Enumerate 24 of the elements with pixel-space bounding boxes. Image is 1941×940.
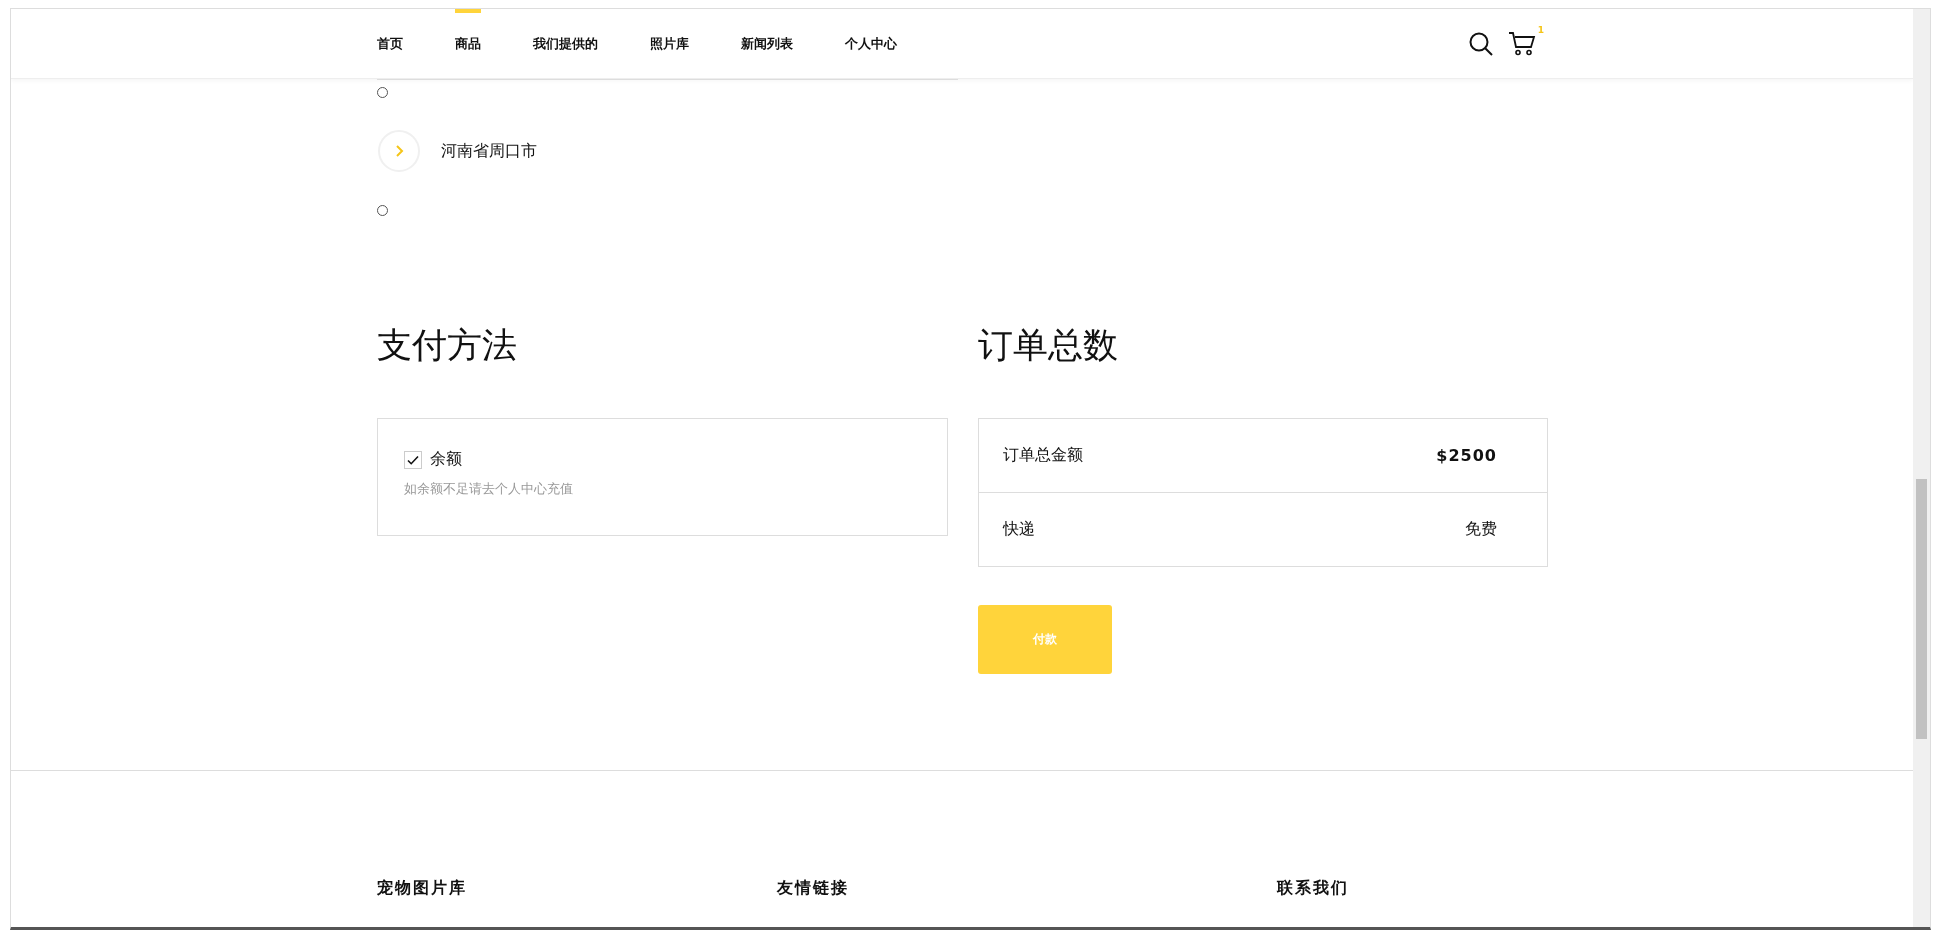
nav-link[interactable]: 照片库 [650, 9, 689, 78]
hint-text: 如余额不足请去个人中心充值 [404, 480, 574, 498]
footer-heading: 宠物图片库 [377, 878, 468, 899]
footer-heading: 友情链接 [777, 878, 850, 899]
row-label: 快递 [1002, 519, 1035, 540]
cart-icon[interactable] [1508, 30, 1536, 57]
scroll-thumb[interactable] [1916, 479, 1927, 739]
row-value: 免费 [1465, 519, 1497, 540]
nav-link[interactable]: 商品 [455, 9, 481, 78]
section-heading: 订单总数 [977, 324, 1119, 367]
checkbox[interactable] [404, 450, 422, 469]
nav-link[interactable]: 个人中心 [845, 9, 897, 78]
method-label: 余额 [430, 449, 462, 470]
section-heading: 支付方法 [377, 324, 518, 367]
footer-heading: 联系我们 [1277, 878, 1349, 899]
row-label: 订单总金额 [1002, 445, 1083, 466]
cart-count: 1 [1537, 24, 1544, 35]
nav-link[interactable]: 首页 [377, 9, 403, 78]
address-text: 河南省周口市 [441, 140, 537, 162]
nav-link[interactable]: 新闻列表 [741, 9, 793, 78]
nav-link[interactable]: 我们提供的 [533, 9, 598, 78]
scrollbar[interactable] [1913, 9, 1930, 927]
row-value: $2500 [1436, 446, 1497, 465]
search-icon[interactable] [1468, 30, 1494, 57]
